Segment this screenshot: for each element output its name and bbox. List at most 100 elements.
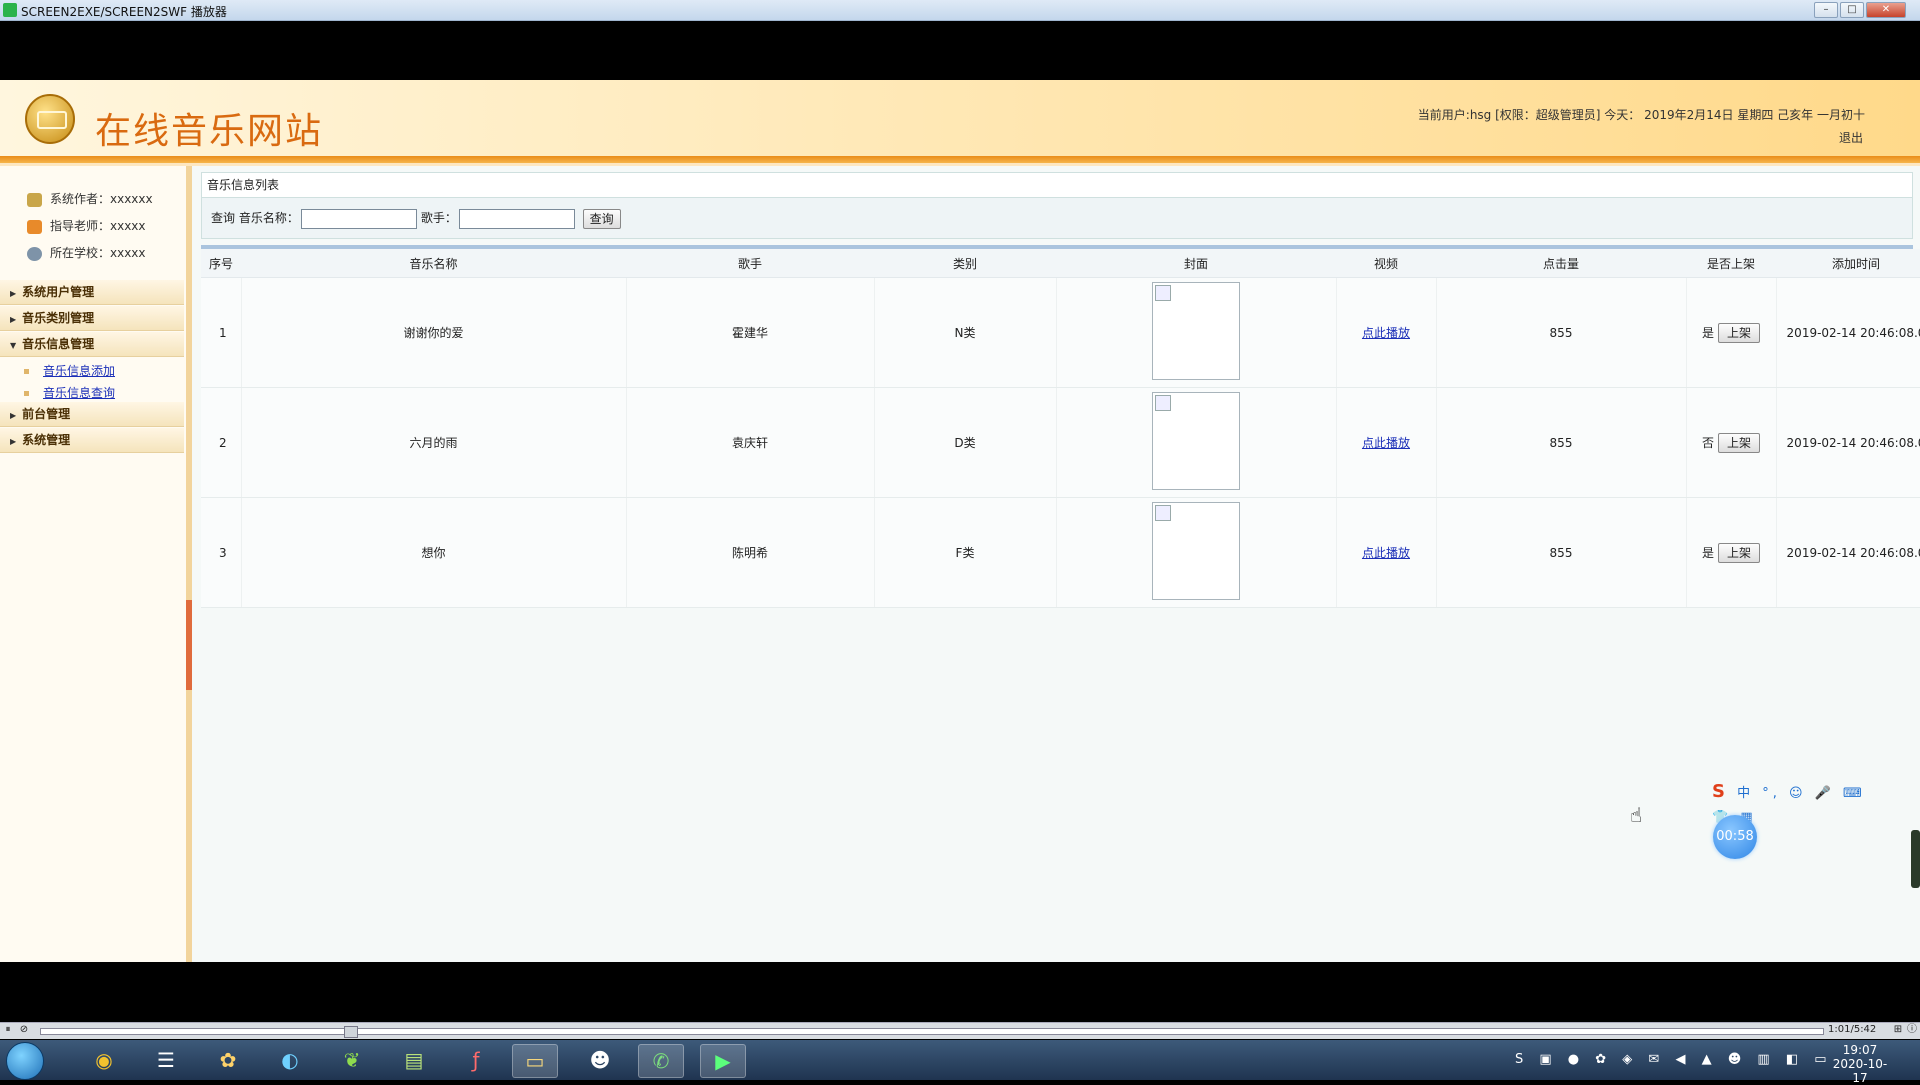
- terminal-icon[interactable]: ☰: [144, 1044, 188, 1076]
- list-title: 音乐信息列表: [201, 172, 1913, 198]
- caret-right-icon: ▶: [10, 289, 17, 298]
- on-shelf-value: 否: [1701, 435, 1714, 450]
- edge-widget[interactable]: [1911, 830, 1920, 888]
- on-shelf-value: 是: [1701, 325, 1714, 340]
- submenu-label: 音乐信息添加: [43, 364, 116, 378]
- cell-cover: [1056, 387, 1337, 498]
- singer-input[interactable]: [458, 208, 575, 229]
- menu-music-category[interactable]: ▶ 音乐类别管理: [0, 306, 184, 331]
- browser-icon[interactable]: ◐: [268, 1044, 312, 1076]
- system-tray[interactable]: S ▣ ● ✿ ◈ ✉ ◀ ▲ ☻ ▥ ◧ ▭: [1515, 1052, 1833, 1067]
- pause-icon[interactable]: ⏸: [2, 1024, 14, 1036]
- site-logo-icon: [25, 94, 75, 144]
- menu-label: 系统用户管理: [22, 285, 95, 299]
- hand-cursor-icon: ☝: [1630, 803, 1643, 827]
- menu-frontend[interactable]: ▶ 前台管理: [0, 402, 184, 427]
- broken-image-icon: [1155, 395, 1171, 411]
- chrome-icon[interactable]: ◉: [82, 1044, 126, 1076]
- logout-link[interactable]: 退出: [1839, 129, 1863, 146]
- sidebar-info-label: 系统作者：xxxxxx: [50, 192, 153, 206]
- submenu-music-query[interactable]: 音乐信息查询: [24, 384, 115, 401]
- query-button[interactable]: 查询: [582, 208, 621, 229]
- flash-icon[interactable]: ƒ: [454, 1044, 498, 1076]
- cell-singer: 霍建华: [626, 277, 875, 388]
- school-icon: [27, 246, 42, 261]
- taskbar-clock[interactable]: 19:07 2020-10-17: [1830, 1043, 1890, 1085]
- photos-icon[interactable]: ✿: [206, 1044, 250, 1076]
- broken-image-icon: [1155, 285, 1171, 301]
- qq-icon[interactable]: ☻: [578, 1044, 622, 1076]
- maximize-button[interactable]: □: [1840, 2, 1864, 18]
- clock-date: 2020-10-17: [1832, 1057, 1888, 1085]
- site-title: 在线音乐网站: [95, 111, 324, 152]
- progress-track[interactable]: [40, 1026, 1824, 1038]
- player-icon[interactable]: ▶: [700, 1044, 746, 1078]
- sidebar-collapse-handle[interactable]: [186, 600, 192, 690]
- broken-image-icon: [1155, 505, 1171, 521]
- play-video-link[interactable]: 点此播放: [1362, 326, 1410, 340]
- cell-video: 点此播放: [1336, 277, 1437, 388]
- play-video-link[interactable]: 点此播放: [1362, 546, 1410, 560]
- search-bar: 查询 音乐名称： 歌手： 查询: [201, 198, 1913, 239]
- col-header: 是否上架: [1686, 249, 1776, 278]
- menu-system[interactable]: ▶ 系统管理: [0, 428, 184, 453]
- cell-clicks: 855: [1436, 497, 1687, 608]
- cell-music-name: 想你: [241, 497, 627, 608]
- menu-label: 系统管理: [22, 433, 71, 447]
- window-title: SCREEN2EXE/SCREEN2SWF 播放器: [21, 5, 227, 19]
- minimize-button[interactable]: –: [1814, 2, 1838, 18]
- player-controls: ⏸ ⊘ 1:01/5:42 ⊞ ⓘ: [0, 1022, 1920, 1039]
- caret-right-icon: ▶: [10, 437, 17, 446]
- sidebar-info-label: 所在学校：xxxxx: [50, 246, 146, 260]
- col-header: 添加时间: [1776, 249, 1920, 278]
- cell-video: 点此播放: [1336, 497, 1437, 608]
- start-button[interactable]: [6, 1042, 44, 1080]
- window-titlebar: SCREEN2EXE/SCREEN2SWF 播放器 – □ ✕: [0, 0, 1920, 21]
- progress-thumb[interactable]: [344, 1026, 358, 1038]
- col-header: 类别: [874, 249, 1056, 278]
- cell-music-name: 六月的雨: [241, 387, 627, 498]
- ime-toolbar[interactable]: S 中 °, ☺ 🎤 ⌨ 👕 ▦: [1712, 780, 1882, 825]
- sidebar-info-school: 所在学校：xxxxx: [27, 244, 146, 262]
- menu-label: 音乐类别管理: [22, 311, 95, 325]
- cell-category: N类: [874, 277, 1057, 388]
- cell-on-shelf: 是上架: [1686, 277, 1777, 388]
- leaf-icon[interactable]: ❦: [330, 1044, 374, 1076]
- cell-category: D类: [874, 387, 1057, 498]
- col-header: 封面: [1056, 249, 1336, 278]
- cell-cover: [1056, 497, 1337, 608]
- info-icon[interactable]: ⓘ: [1906, 1024, 1918, 1036]
- close-button[interactable]: ✕: [1866, 2, 1906, 18]
- shelf-button[interactable]: 上架: [1718, 542, 1761, 563]
- submenu-music-add[interactable]: 音乐信息添加: [24, 362, 115, 379]
- table-header-row: 序号 音乐名称 歌手 类别 封面 视频 点击量 是否上架 添加时间 操作: [201, 249, 1920, 278]
- music-name-input[interactable]: [300, 208, 417, 229]
- header-divider: [0, 156, 1920, 163]
- menu-label: 前台管理: [22, 407, 71, 421]
- shelf-button[interactable]: 上架: [1718, 322, 1761, 343]
- bullet-icon: [24, 369, 29, 374]
- timer-badge[interactable]: 00:58: [1713, 815, 1757, 859]
- cell-added-time: 2019-02-14 20:46:08.0: [1776, 497, 1920, 608]
- menu-music-info[interactable]: ▼ 音乐信息管理: [0, 332, 184, 357]
- cell-index: 2: [201, 387, 242, 498]
- current-user-info: 当前用户:hsg [权限：超级管理员] 今天： 2019年2月14日 星期四 己…: [1417, 108, 1865, 122]
- cell-clicks: 855: [1436, 277, 1687, 388]
- playback-time: 1:01/5:42: [1828, 1024, 1877, 1035]
- clock-time: 19:07: [1842, 1043, 1878, 1057]
- cell-category: F类: [874, 497, 1057, 608]
- wechat-icon[interactable]: ✆: [638, 1044, 684, 1078]
- folder-icon[interactable]: ▭: [512, 1044, 558, 1078]
- sogou-ime-icon: S: [1712, 781, 1729, 802]
- shelf-button[interactable]: 上架: [1718, 432, 1761, 453]
- play-video-link[interactable]: 点此播放: [1362, 436, 1410, 450]
- cell-music-name: 谢谢你的爱: [241, 277, 627, 388]
- cell-index: 3: [201, 497, 242, 608]
- stop-icon[interactable]: ⊘: [18, 1024, 30, 1036]
- teacher-icon: [27, 219, 42, 234]
- chart-icon[interactable]: ▤: [392, 1044, 436, 1076]
- fullscreen-icon[interactable]: ⊞: [1892, 1024, 1904, 1036]
- cell-added-time: 2019-02-14 20:46:08.0: [1776, 277, 1920, 388]
- menu-system-users[interactable]: ▶ 系统用户管理: [0, 280, 184, 305]
- submenu-label: 音乐信息查询: [43, 386, 116, 400]
